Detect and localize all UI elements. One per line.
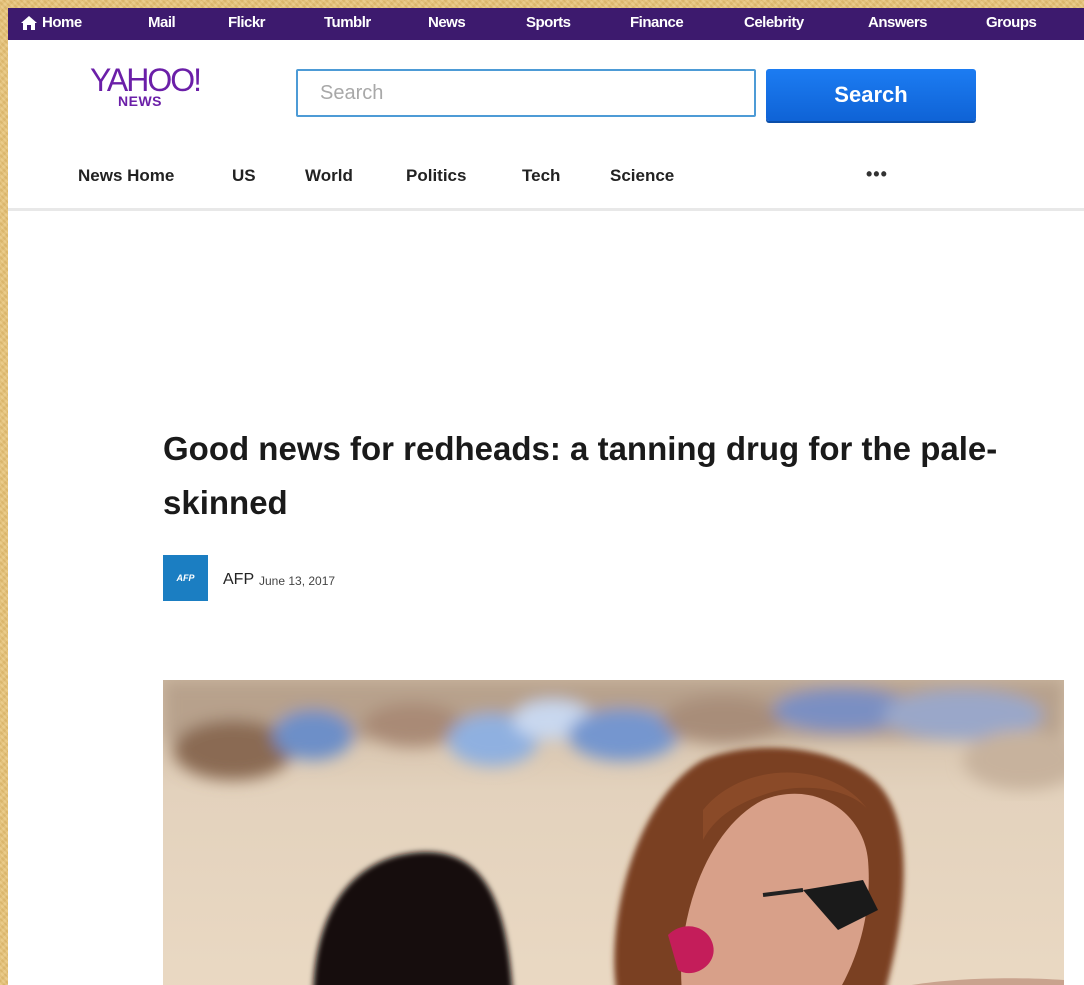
nav-world[interactable]: World bbox=[305, 144, 353, 208]
afp-source-logo[interactable]: AFP bbox=[163, 555, 208, 601]
nav-news-home[interactable]: News Home bbox=[78, 144, 174, 208]
article-byline: AFP AFP June 13, 2017 bbox=[163, 555, 563, 601]
nav-more-button[interactable]: ••• bbox=[866, 144, 888, 208]
article-date: June 13, 2017 bbox=[259, 574, 336, 588]
search-button[interactable]: Search bbox=[766, 69, 976, 121]
nav-tech[interactable]: Tech bbox=[522, 144, 560, 208]
top-nav-finance[interactable]: Finance bbox=[630, 8, 684, 40]
logo-brand: YAHOO! bbox=[89, 62, 202, 98]
article-photo[interactable] bbox=[163, 680, 1064, 985]
top-nav-news[interactable]: News bbox=[428, 8, 466, 40]
afp-logo-text: AFP bbox=[176, 573, 195, 583]
top-nav-celebrity[interactable]: Celebrity bbox=[744, 8, 804, 40]
top-nav-tumblr[interactable]: Tumblr bbox=[324, 8, 371, 40]
top-nav-groups[interactable]: Groups bbox=[986, 8, 1037, 40]
nav-science[interactable]: Science bbox=[610, 144, 674, 208]
article-source[interactable]: AFP bbox=[223, 571, 254, 589]
top-nav-home[interactable]: Home bbox=[20, 8, 82, 40]
top-nav-home-label: Home bbox=[42, 14, 82, 31]
site-header: YAHOO! NEWS Search bbox=[8, 40, 1084, 145]
top-nav-mail[interactable]: Mail bbox=[148, 8, 176, 40]
yahoo-news-logo[interactable]: YAHOO! NEWS bbox=[70, 64, 220, 108]
nav-politics[interactable]: Politics bbox=[406, 144, 466, 208]
article-photo-image bbox=[163, 680, 1064, 985]
home-icon bbox=[21, 16, 37, 31]
nav-us[interactable]: US bbox=[232, 144, 256, 208]
article-headline: Good news for redheads: a tanning drug f… bbox=[163, 430, 998, 521]
top-nav-bar: Home Mail Flickr Tumblr News Sports Fina… bbox=[8, 8, 1084, 40]
section-nav: News Home US World Politics Tech Science… bbox=[8, 144, 1084, 211]
page: Home Mail Flickr Tumblr News Sports Fina… bbox=[8, 8, 1084, 985]
search-input[interactable] bbox=[296, 69, 756, 117]
top-nav-sports[interactable]: Sports bbox=[526, 8, 571, 40]
top-nav-answers[interactable]: Answers bbox=[868, 8, 928, 40]
top-nav-flickr[interactable]: Flickr bbox=[228, 8, 266, 40]
